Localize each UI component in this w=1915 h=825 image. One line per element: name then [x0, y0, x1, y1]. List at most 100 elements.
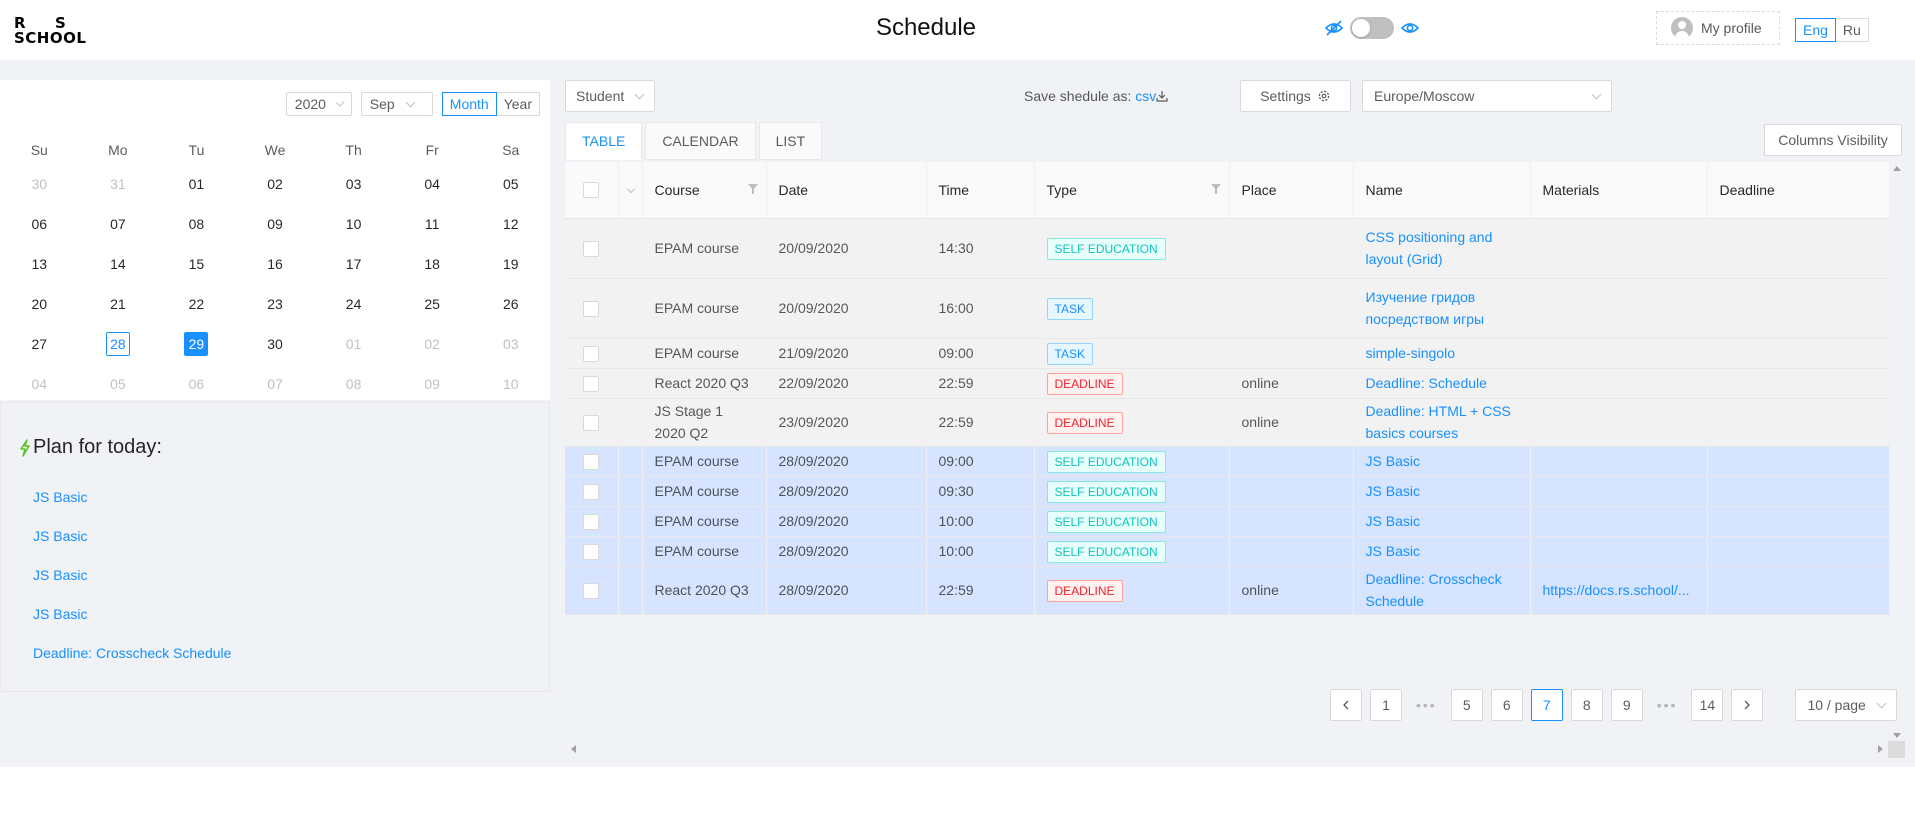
- event-name-link[interactable]: Deadline: Crosscheck Schedule: [1366, 571, 1502, 609]
- selection-menu-cell[interactable]: [618, 162, 643, 219]
- event-name-link[interactable]: Изучение гридов посредством игры: [1366, 289, 1485, 327]
- event-name-link[interactable]: simple-singolo: [1366, 345, 1455, 361]
- calendar-day[interactable]: 03: [471, 332, 550, 356]
- page-button[interactable]: 9: [1610, 689, 1643, 721]
- table-row[interactable]: EPAM course 28/09/2020 09:30 SELF EDUCATION…: [565, 476, 1890, 507]
- plan-item-link[interactable]: JS Basic: [33, 528, 231, 567]
- calendar-day[interactable]: 13: [0, 252, 79, 276]
- horizontal-scrollbar[interactable]: [565, 741, 1889, 757]
- table-row[interactable]: EPAM course 28/09/2020 10:00 SELF EDUCATION…: [565, 536, 1890, 567]
- save-csv-link[interactable]: csv: [1135, 88, 1168, 104]
- mode-month-button[interactable]: Month: [441, 92, 497, 116]
- lang-eng-button[interactable]: Eng: [1795, 18, 1836, 42]
- row-checkbox[interactable]: [583, 544, 600, 561]
- table-row[interactable]: React 2020 Q3 22/09/2020 22:59 DEADLINE onli…: [565, 368, 1890, 399]
- page-button[interactable]: 8: [1570, 689, 1603, 721]
- calendar-day[interactable]: 09: [236, 212, 315, 236]
- vertical-scrollbar[interactable]: [1888, 162, 1905, 742]
- calendar-day[interactable]: 18: [393, 252, 472, 276]
- materials-link[interactable]: https://docs.rs.school/...: [1543, 579, 1695, 601]
- calendar-day[interactable]: 09: [393, 372, 472, 396]
- table-row[interactable]: EPAM course 20/09/2020 16:00 TASK Изучение г…: [565, 278, 1890, 339]
- row-checkbox[interactable]: [583, 301, 600, 318]
- calendar-day[interactable]: 17: [314, 252, 393, 276]
- calendar-day[interactable]: 26: [471, 292, 550, 316]
- calendar-day[interactable]: 07: [79, 212, 158, 236]
- page-button[interactable]: 7: [1530, 689, 1563, 721]
- calendar-day[interactable]: 03: [314, 172, 393, 196]
- timezone-select[interactable]: Europe/Moscow: [1362, 80, 1612, 112]
- page-jump-ellipsis[interactable]: •••: [1410, 689, 1443, 721]
- calendar-day[interactable]: 06: [0, 212, 79, 236]
- calendar-day[interactable]: 01: [314, 332, 393, 356]
- calendar-day[interactable]: 15: [157, 252, 236, 276]
- plan-item-link[interactable]: JS Basic: [33, 606, 231, 645]
- mode-year-button[interactable]: Year: [496, 92, 540, 116]
- table-row[interactable]: EPAM course 21/09/2020 09:00 TASK simple-sin…: [565, 338, 1890, 369]
- month-select[interactable]: Sep: [360, 92, 433, 116]
- calendar-day[interactable]: 06: [157, 372, 236, 396]
- plan-item-link[interactable]: JS Basic: [33, 567, 231, 606]
- row-checkbox[interactable]: [583, 583, 600, 600]
- page-button[interactable]: 6: [1490, 689, 1523, 721]
- tab-table[interactable]: TABLE: [565, 122, 643, 160]
- calendar-day[interactable]: 05: [471, 172, 550, 196]
- calendar-day[interactable]: 27: [0, 332, 79, 356]
- calendar-day[interactable]: 08: [157, 212, 236, 236]
- calendar-day[interactable]: 24: [314, 292, 393, 316]
- event-name-link[interactable]: CSS positioning and layout (Grid): [1366, 229, 1493, 267]
- page-button[interactable]: 14: [1691, 689, 1724, 721]
- calendar-day[interactable]: 28: [79, 332, 158, 356]
- filter-icon[interactable]: [1210, 184, 1221, 194]
- table-row[interactable]: React 2020 Q3 28/09/2020 22:59 DEADLINE onli…: [565, 566, 1890, 615]
- select-all-checkbox[interactable]: [583, 182, 600, 199]
- edit-mode-switch[interactable]: [1350, 17, 1394, 39]
- event-name-link[interactable]: JS Basic: [1366, 483, 1420, 499]
- plan-item-link[interactable]: Deadline: Crosscheck Schedule: [33, 645, 231, 684]
- calendar-day[interactable]: 11: [393, 212, 472, 236]
- prev-page-button[interactable]: [1330, 689, 1362, 721]
- settings-button[interactable]: Settings: [1240, 80, 1351, 112]
- calendar-day[interactable]: 20: [0, 292, 79, 316]
- columns-visibility-button[interactable]: Columns Visibility: [1764, 124, 1902, 156]
- event-name-link[interactable]: Deadline: HTML + CSS basics courses: [1366, 403, 1511, 441]
- row-checkbox[interactable]: [583, 376, 600, 393]
- row-checkbox[interactable]: [583, 346, 600, 363]
- calendar-day[interactable]: 02: [393, 332, 472, 356]
- calendar-day[interactable]: 14: [79, 252, 158, 276]
- calendar-day[interactable]: 10: [471, 372, 550, 396]
- calendar-day[interactable]: 04: [0, 372, 79, 396]
- row-checkbox[interactable]: [583, 484, 600, 501]
- calendar-day[interactable]: 10: [314, 212, 393, 236]
- calendar-day[interactable]: 23: [236, 292, 315, 316]
- row-checkbox[interactable]: [583, 514, 600, 531]
- table-row[interactable]: EPAM course 20/09/2020 14:30 SELF EDUCATION…: [565, 218, 1890, 279]
- event-name-link[interactable]: JS Basic: [1366, 453, 1420, 469]
- page-button[interactable]: 1: [1370, 689, 1402, 721]
- calendar-day[interactable]: 30: [0, 172, 79, 196]
- calendar-day[interactable]: 29: [157, 332, 236, 356]
- page-size-select[interactable]: 10 / page: [1795, 689, 1897, 721]
- page-button[interactable]: 5: [1450, 689, 1483, 721]
- filter-icon[interactable]: [747, 184, 758, 194]
- role-select[interactable]: Student: [565, 80, 655, 112]
- calendar-day[interactable]: 19: [471, 252, 550, 276]
- lang-ru-button[interactable]: Ru: [1835, 18, 1869, 42]
- event-name-link[interactable]: JS Basic: [1366, 513, 1420, 529]
- calendar-day[interactable]: 21: [79, 292, 158, 316]
- calendar-day[interactable]: 01: [157, 172, 236, 196]
- table-row[interactable]: EPAM course 28/09/2020 09:00 SELF EDUCATION…: [565, 446, 1890, 477]
- calendar-day[interactable]: 25: [393, 292, 472, 316]
- calendar-day[interactable]: 16: [236, 252, 315, 276]
- calendar-day[interactable]: 05: [79, 372, 158, 396]
- next-page-button[interactable]: [1731, 689, 1764, 721]
- calendar-day[interactable]: 02: [236, 172, 315, 196]
- page-jump-ellipsis[interactable]: •••: [1651, 689, 1684, 721]
- year-select[interactable]: 2020: [285, 92, 352, 116]
- calendar-day[interactable]: 04: [393, 172, 472, 196]
- table-row[interactable]: EPAM course 28/09/2020 10:00 SELF EDUCATION…: [565, 506, 1890, 537]
- calendar-day[interactable]: 08: [314, 372, 393, 396]
- plan-item-link[interactable]: JS Basic: [33, 489, 231, 528]
- row-checkbox[interactable]: [583, 454, 600, 471]
- calendar-day[interactable]: 30: [236, 332, 315, 356]
